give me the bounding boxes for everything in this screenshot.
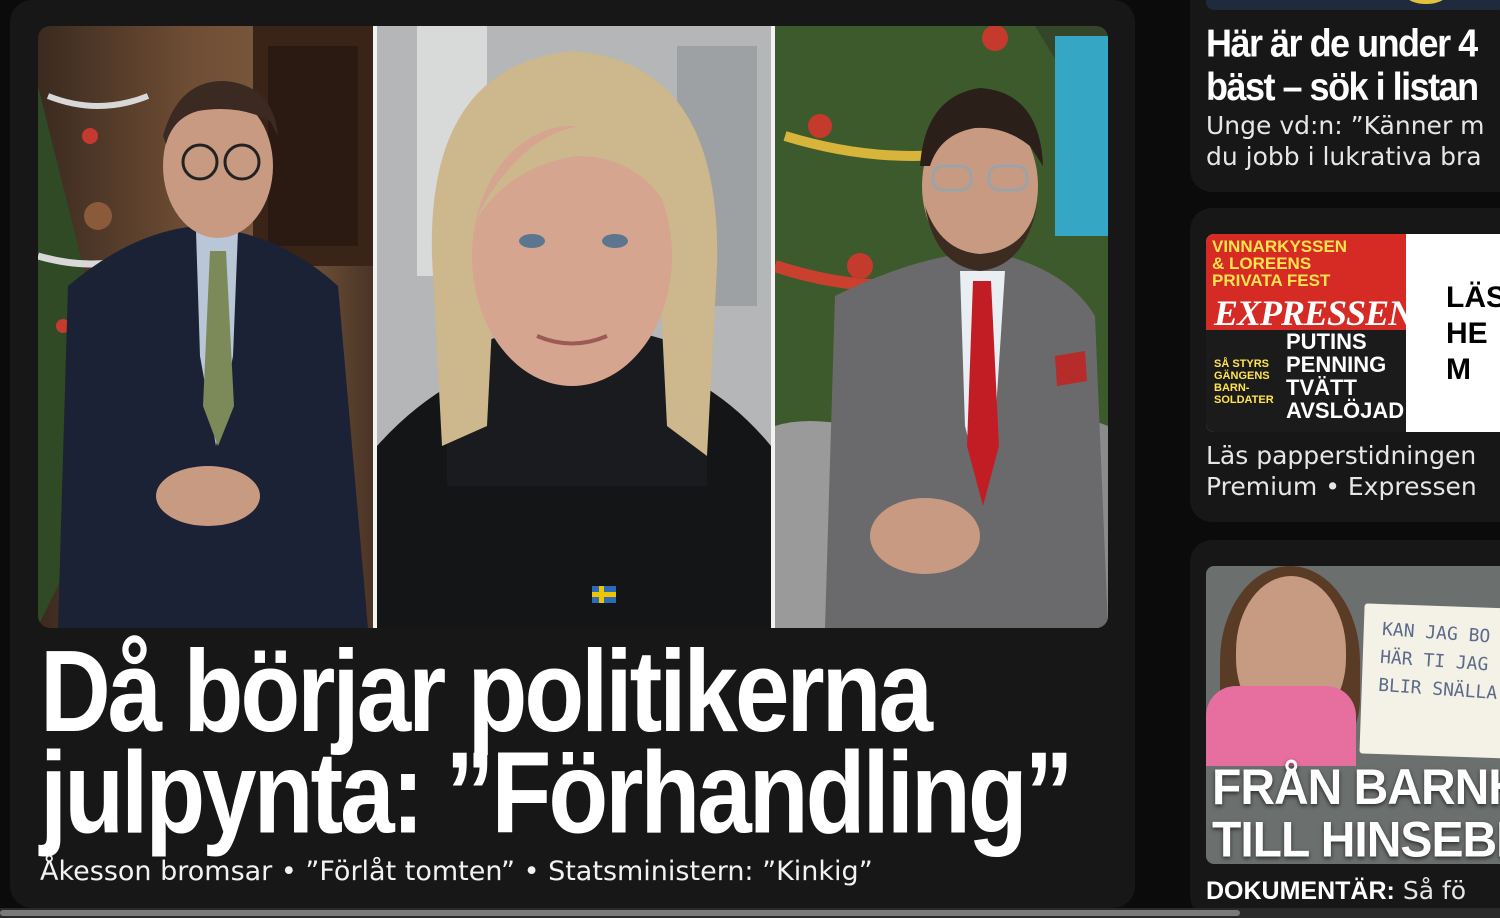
headline-line-1[interactable]: Då börjar politikerna [40, 633, 1120, 749]
thumbnail-overlay-text: FRÅN BARNH TILL HINSEBI [1212, 759, 1500, 864]
side-teaser-description[interactable]: Läs papperstidningen Premium • Expressen [1206, 440, 1500, 502]
girl-shirt-shape [1206, 686, 1356, 766]
hero-panel-right [775, 26, 1108, 628]
cover-small-text: SÅ STYRS GÄNGENS BARN-SOLDATER [1214, 358, 1274, 406]
hero-panel-center [377, 26, 771, 628]
scrollbar-thumb[interactable] [0, 910, 1240, 916]
side-teaser-documentary[interactable]: KAN JAG BO HÄR TI JAG BLIR SNÄLLA FRÅN B… [1190, 540, 1500, 918]
side-title-line-1[interactable]: Här är de under 4 [1206, 21, 1500, 65]
cover-logo: EXPRESSEN [1214, 293, 1414, 333]
documentary-thumbnail[interactable]: KAN JAG BO HÄR TI JAG BLIR SNÄLLA FRÅN B… [1206, 566, 1500, 864]
main-teaser-card[interactable]: Då börjar politikerna julpynta: ”Förhand… [10, 0, 1135, 908]
newspaper-cover: VINNARKYSSEN & LOREENS PRIVATA FEST EXPR… [1206, 234, 1414, 432]
side-teaser-description[interactable]: Unge vd:n: ”Känner m du jobb i lukrativa… [1206, 110, 1500, 172]
side-title-line-2[interactable]: bäst – sök i listan [1206, 65, 1500, 108]
cover-top-text: VINNARKYSSEN & LOREENS PRIVATA FEST [1212, 237, 1348, 290]
label-bold[interactable]: DOKUMENTÄR: [1206, 877, 1395, 905]
overlay-line-1: FRÅN BARNH [1212, 759, 1500, 816]
page: Då börjar politikerna julpynta: ”Förhand… [0, 0, 1500, 918]
side-teaser-top[interactable]: Här är de under 4 bäst – sök i listan Un… [1190, 0, 1500, 192]
sign-text: KAN JAG BO HÄR TI JAG BLIR SNÄLLA [1377, 618, 1498, 705]
cover-story: PUTINS PENNING TVÄTT AVSLÖJAD [1286, 329, 1405, 423]
side-teaser-paper[interactable]: VINNARKYSSEN & LOREENS PRIVATA FEST EXPR… [1190, 208, 1500, 522]
main-subline[interactable]: Åkesson bromsar • ”Förlåt tomten” • Stat… [40, 856, 873, 887]
side-desc-line-1[interactable]: Unge vd:n: ”Känner m [1206, 110, 1500, 141]
hero-image[interactable] [38, 26, 1108, 628]
side-desc-line-1[interactable]: Läs papperstidningen [1206, 440, 1500, 471]
overlay-line-2: TILL HINSEBI [1212, 812, 1500, 864]
label-rest[interactable]: Så fö [1395, 876, 1466, 905]
portrait-man-glasses-image [38, 26, 373, 628]
portrait-woman-image [377, 26, 771, 628]
horizontal-scrollbar[interactable] [0, 908, 1500, 918]
side-teaser-thumbnail [1206, 0, 1500, 10]
main-headline[interactable]: Då börjar politikerna julpynta: ”Förhand… [40, 633, 1120, 850]
thumbnail-logo-shape [1406, 0, 1446, 4]
headline-line-2[interactable]: julpynta: ”Förhandling” [40, 734, 1120, 850]
side-desc-line-2[interactable]: Premium • Expressen [1206, 471, 1500, 502]
hero-panel-left [38, 26, 373, 628]
read-label: LÄS HE M [1446, 281, 1500, 386]
side-desc-line-2[interactable]: du jobb i lukrativa bra [1206, 141, 1500, 172]
documentary-label[interactable]: DOKUMENTÄR: Så fö [1206, 876, 1466, 906]
side-teaser-title[interactable]: Här är de under 4 bäst – sök i listan [1206, 21, 1500, 108]
newspaper-cover-thumbnail[interactable]: VINNARKYSSEN & LOREENS PRIVATA FEST EXPR… [1206, 234, 1500, 432]
portrait-man-beard-image [775, 26, 1108, 628]
